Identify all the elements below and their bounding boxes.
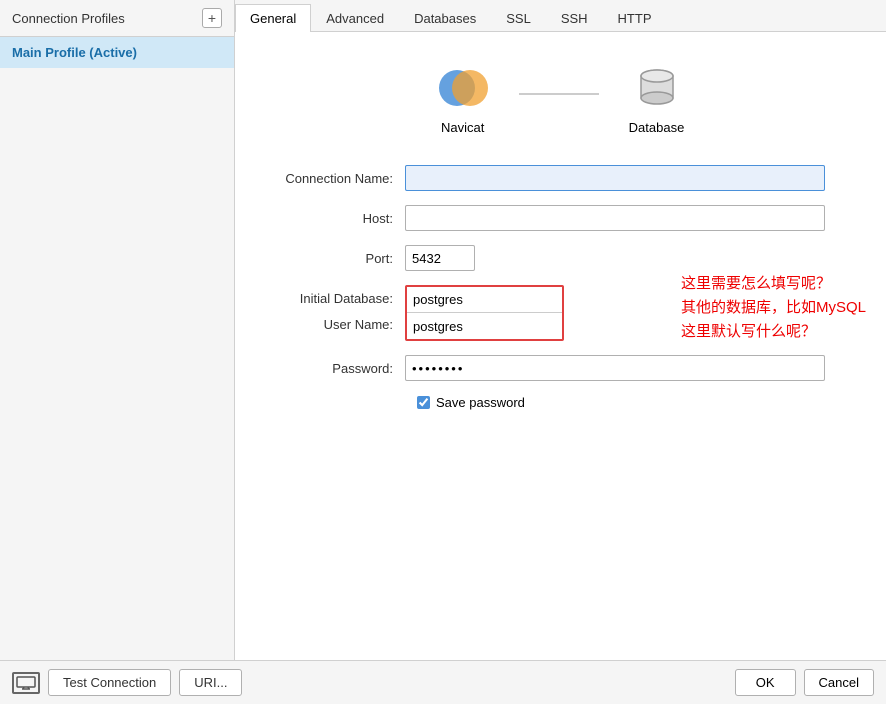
- database-icon: [631, 62, 683, 114]
- connection-name-label: Connection Name:: [265, 171, 405, 186]
- annotation-line1: 这里需要怎么填写呢？: [681, 272, 866, 296]
- add-profile-button[interactable]: +: [202, 8, 222, 28]
- host-row: Host:: [265, 205, 856, 231]
- port-input[interactable]: [405, 245, 475, 271]
- sidebar-title: Connection Profiles: [12, 11, 125, 26]
- connector-line: [519, 93, 599, 95]
- tab-ssh[interactable]: SSH: [546, 4, 603, 32]
- navicat-icon-group: Navicat: [437, 62, 489, 135]
- content-area: General Advanced Databases SSL SSH HTTP …: [235, 0, 886, 660]
- database-icon-group: Database: [629, 62, 685, 135]
- port-row: Port:: [265, 245, 856, 271]
- sidebar: Connection Profiles + Main Profile (Acti…: [0, 0, 235, 660]
- tab-http[interactable]: HTTP: [603, 4, 667, 32]
- password-label: Password:: [265, 361, 405, 376]
- monitor-icon: [12, 672, 40, 694]
- initial-db-label-final: Initial Database:: [265, 285, 405, 311]
- save-password-row: Save password: [417, 395, 856, 410]
- annotation-text: 这里需要怎么填写呢？ 其他的数据库，比如MySQL 这里默认写什么呢？: [681, 272, 866, 344]
- port-label: Port:: [265, 251, 405, 266]
- tab-databases[interactable]: Databases: [399, 4, 491, 32]
- uri-button[interactable]: URI...: [179, 669, 242, 696]
- password-input[interactable]: [405, 355, 825, 381]
- monitor-svg: [16, 676, 36, 690]
- save-password-checkbox[interactable]: [417, 396, 430, 409]
- tabs-bar: General Advanced Databases SSL SSH HTTP: [235, 0, 886, 32]
- host-label: Host:: [265, 211, 405, 226]
- password-row: Password:: [265, 355, 856, 381]
- bottom-bar: Test Connection URI... OK Cancel: [0, 660, 886, 704]
- navicat-label: Navicat: [441, 120, 484, 135]
- sidebar-item-main-profile[interactable]: Main Profile (Active): [0, 37, 234, 68]
- database-label: Database: [629, 120, 685, 135]
- user-name-input-v2[interactable]: [407, 313, 562, 339]
- ok-button[interactable]: OK: [735, 669, 796, 696]
- sidebar-item-label: Main Profile (Active): [12, 45, 137, 60]
- host-input[interactable]: [405, 205, 825, 231]
- annotation-line3: 这里默认写什么呢？: [681, 320, 866, 344]
- cancel-button[interactable]: Cancel: [804, 669, 874, 696]
- connection-name-input[interactable]: [405, 165, 825, 191]
- connection-name-row: Connection Name:: [265, 165, 856, 191]
- red-outline-box: [405, 285, 564, 341]
- sidebar-header: Connection Profiles +: [0, 0, 234, 37]
- initial-database-input-v2[interactable]: [407, 287, 562, 313]
- tab-ssl[interactable]: SSL: [491, 4, 546, 32]
- connection-icon-row: Navicat Database: [265, 62, 856, 135]
- navicat-icon: [437, 62, 489, 114]
- tab-advanced[interactable]: Advanced: [311, 4, 399, 32]
- tab-general[interactable]: General: [235, 4, 311, 32]
- test-connection-button[interactable]: Test Connection: [48, 669, 171, 696]
- user-name-label-final: User Name:: [265, 311, 405, 337]
- form-area: Navicat Database Connection Name:: [235, 32, 886, 660]
- save-password-label[interactable]: Save password: [436, 395, 525, 410]
- annotation-line2: 其他的数据库，比如MySQL: [681, 296, 866, 320]
